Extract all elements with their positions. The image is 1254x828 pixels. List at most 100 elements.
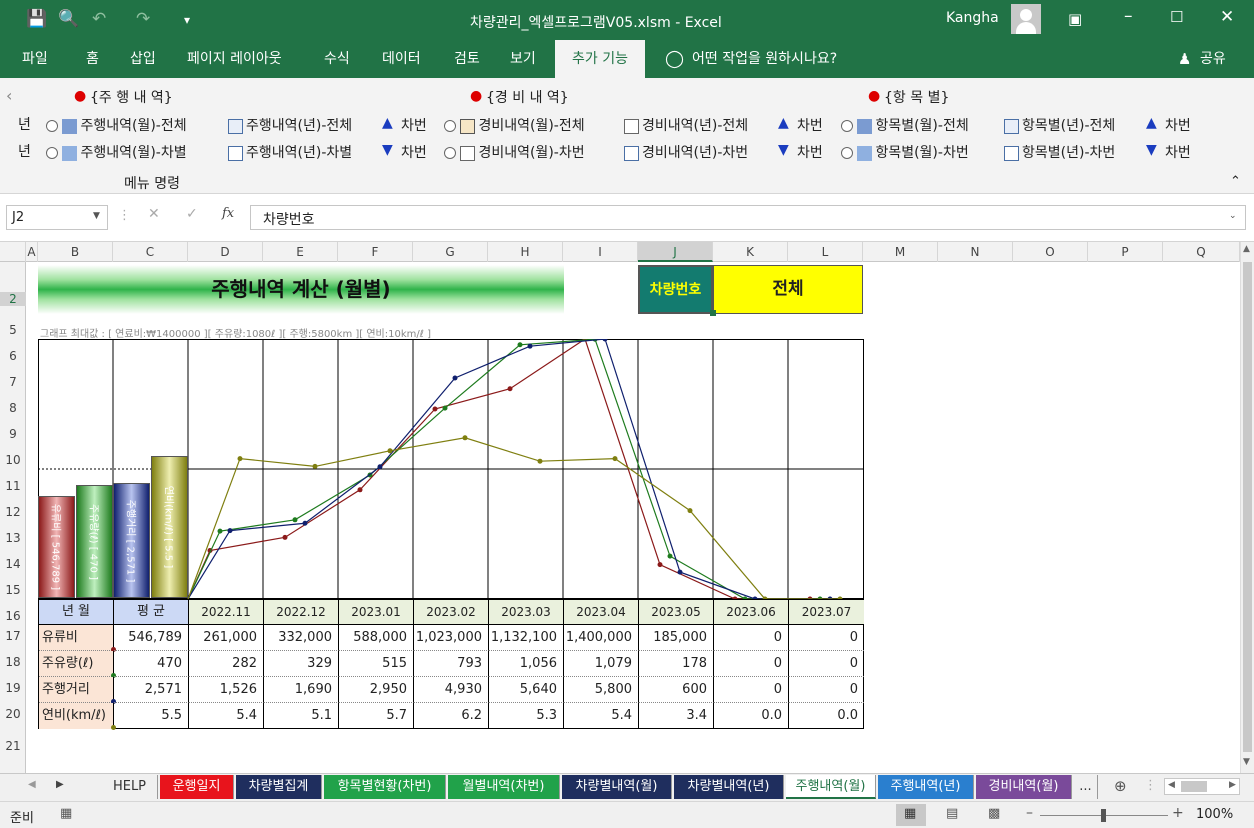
table-cell[interactable]: 261,000 [189, 625, 264, 651]
table-cell[interactable]: 0.0 [714, 703, 789, 729]
row-header[interactable]: 21 [0, 739, 26, 753]
row-header[interactable]: 19 [0, 681, 26, 695]
tab-home[interactable]: 홈 [78, 40, 107, 78]
column-header[interactable]: P [1088, 242, 1163, 262]
group2-down-icon[interactable]: ▼ [778, 142, 789, 158]
group1-option-yearly-all[interactable]: 주행내역(년)-전체 [228, 115, 352, 135]
group3-option-monthly-all[interactable]: 항목별(월)-전체 [841, 115, 969, 135]
table-cell[interactable]: 0 [714, 625, 789, 651]
sheet-tab[interactable]: 주행내역(년) [878, 775, 974, 799]
table-cell[interactable]: 5.4 [564, 703, 639, 729]
hscroll-thumb[interactable] [1181, 781, 1207, 792]
table-cell[interactable]: 5,800 [564, 677, 639, 703]
vertical-scrollbar[interactable]: ▲ ▼ [1240, 242, 1254, 773]
scroll-thumb[interactable] [1243, 262, 1252, 752]
radio-icon[interactable] [46, 147, 58, 159]
worksheet[interactable]: 주행내역 계산 (월별) 차량번호 전체 그래프 최대값 : [ 연료비:₩14… [26, 262, 1240, 773]
zoom-out-icon[interactable]: – [1026, 805, 1033, 821]
table-cell[interactable]: 329 [264, 651, 339, 677]
group3-option-monthly-car[interactable]: 항목별(월)-차번 [841, 142, 969, 162]
table-cell[interactable]: 5.1 [264, 703, 339, 729]
name-box[interactable]: J2 ▼ [6, 205, 108, 230]
sheet-tab[interactable]: 경비내역(월) [976, 775, 1072, 799]
group1-option-yearly-car[interactable]: 주행내역(년)-차별 [228, 142, 352, 162]
row-header[interactable]: 12 [0, 505, 26, 519]
sheet-tab[interactable]: 항목별현황(차번) [324, 775, 446, 799]
table-cell[interactable]: 5.4 [189, 703, 264, 729]
page-break-view-icon[interactable]: ▩ [988, 806, 1000, 821]
collapse-ribbon-icon[interactable]: ⌃ [1230, 174, 1241, 189]
tab-data[interactable]: 데이터 [374, 40, 429, 78]
table-cell[interactable]: 5.3 [489, 703, 564, 729]
group3-up-label[interactable]: 차번 [1165, 115, 1191, 135]
row-header[interactable]: 17 [0, 629, 26, 643]
table-cell[interactable]: 282 [189, 651, 264, 677]
zoom-in-icon[interactable]: + [1172, 805, 1184, 821]
row-header[interactable]: 18 [0, 655, 26, 669]
normal-view-button[interactable]: ▦ [896, 804, 926, 826]
group3-option-yearly-car[interactable]: 항목별(년)-차번 [1004, 142, 1115, 162]
row-header[interactable]: 6 [0, 349, 26, 363]
table-cell[interactable]: 0 [714, 651, 789, 677]
enter-icon[interactable]: ✓ [186, 206, 198, 222]
sheet-tab[interactable]: HELP [102, 775, 158, 799]
print-preview-icon[interactable]: 🔍 [58, 9, 79, 29]
column-header[interactable]: G [413, 242, 488, 262]
zoom-level[interactable]: 100% [1196, 807, 1233, 822]
column-header-selected[interactable]: J [638, 242, 713, 262]
sheet-tab[interactable]: 차량별집계 [236, 775, 322, 799]
column-header[interactable]: I [563, 242, 638, 262]
group1-up-icon[interactable]: ▲ [382, 115, 393, 131]
hscroll-left-icon[interactable]: ◀ [1168, 780, 1175, 790]
tell-me-search[interactable]: 어떤 작업을 원하시나요? [684, 40, 845, 78]
group1-option-monthly-car[interactable]: 주행내역(월)-차별 [46, 142, 187, 162]
group3-up-icon[interactable]: ▲ [1146, 115, 1157, 131]
sheet-tab[interactable]: 월별내역(차번) [448, 775, 560, 799]
table-cell[interactable]: 2,950 [339, 677, 414, 703]
table-cell[interactable]: 1,400,000 [564, 625, 639, 651]
radio-icon[interactable] [841, 120, 853, 132]
tab-insert[interactable]: 삽입 [122, 40, 164, 78]
fill-handle[interactable] [710, 310, 716, 316]
radio-icon[interactable] [444, 120, 456, 132]
macro-record-icon[interactable]: ▦ [60, 806, 72, 821]
group1-option-monthly-all[interactable]: 주행내역(월)-전체 [46, 115, 187, 135]
table-cell[interactable]: 515 [339, 651, 414, 677]
column-header[interactable]: E [263, 242, 338, 262]
column-header[interactable]: H [488, 242, 563, 262]
column-header[interactable]: F [338, 242, 413, 262]
group3-down-label[interactable]: 차번 [1165, 142, 1191, 162]
tab-formulas[interactable]: 수식 [316, 40, 358, 78]
page-layout-view-icon[interactable]: ▤ [946, 806, 958, 821]
close-icon[interactable]: ✕ [1220, 7, 1234, 27]
tab-add-ins[interactable]: 추가 기능 [555, 40, 645, 78]
group2-option-monthly-car[interactable]: 경비내역(월)-차번 [444, 142, 585, 162]
column-header[interactable]: L [788, 242, 863, 262]
column-header[interactable]: B [38, 242, 113, 262]
column-header[interactable]: K [713, 242, 788, 262]
save-icon[interactable]: 💾 [26, 9, 47, 29]
sheet-tab[interactable]: ... [1074, 775, 1098, 799]
sheet-tab[interactable]: 차량별내역(월) [562, 775, 672, 799]
radio-icon[interactable] [444, 147, 456, 159]
table-cell[interactable]: 0.0 [789, 703, 864, 729]
car-number-value[interactable]: 전체 [713, 265, 863, 314]
add-sheet-icon[interactable]: ⊕ [1114, 777, 1127, 795]
share-button[interactable]: 공유 [1192, 40, 1234, 78]
group1-up-label[interactable]: 차번 [401, 115, 427, 135]
radio-icon[interactable] [841, 147, 853, 159]
cancel-icon[interactable]: ✕ [148, 206, 160, 222]
select-all-corner[interactable] [0, 242, 26, 262]
sheet-tab[interactable]: 차량별내역(년) [674, 775, 784, 799]
group2-up-icon[interactable]: ▲ [778, 115, 789, 131]
column-header[interactable]: Q [1163, 242, 1240, 262]
table-cell[interactable]: 4,930 [414, 677, 489, 703]
tab-next-icon[interactable]: ▶ [56, 779, 64, 790]
radio-icon[interactable] [46, 120, 58, 132]
scroll-down-icon[interactable]: ▼ [1243, 757, 1250, 767]
table-cell[interactable]: 588,000 [339, 625, 414, 651]
tab-page-layout[interactable]: 페이지 레이아웃 [179, 40, 290, 78]
tab-review[interactable]: 검토 [446, 40, 488, 78]
table-cell[interactable]: 1,526 [189, 677, 264, 703]
group2-option-yearly-car[interactable]: 경비내역(년)-차번 [624, 142, 748, 162]
